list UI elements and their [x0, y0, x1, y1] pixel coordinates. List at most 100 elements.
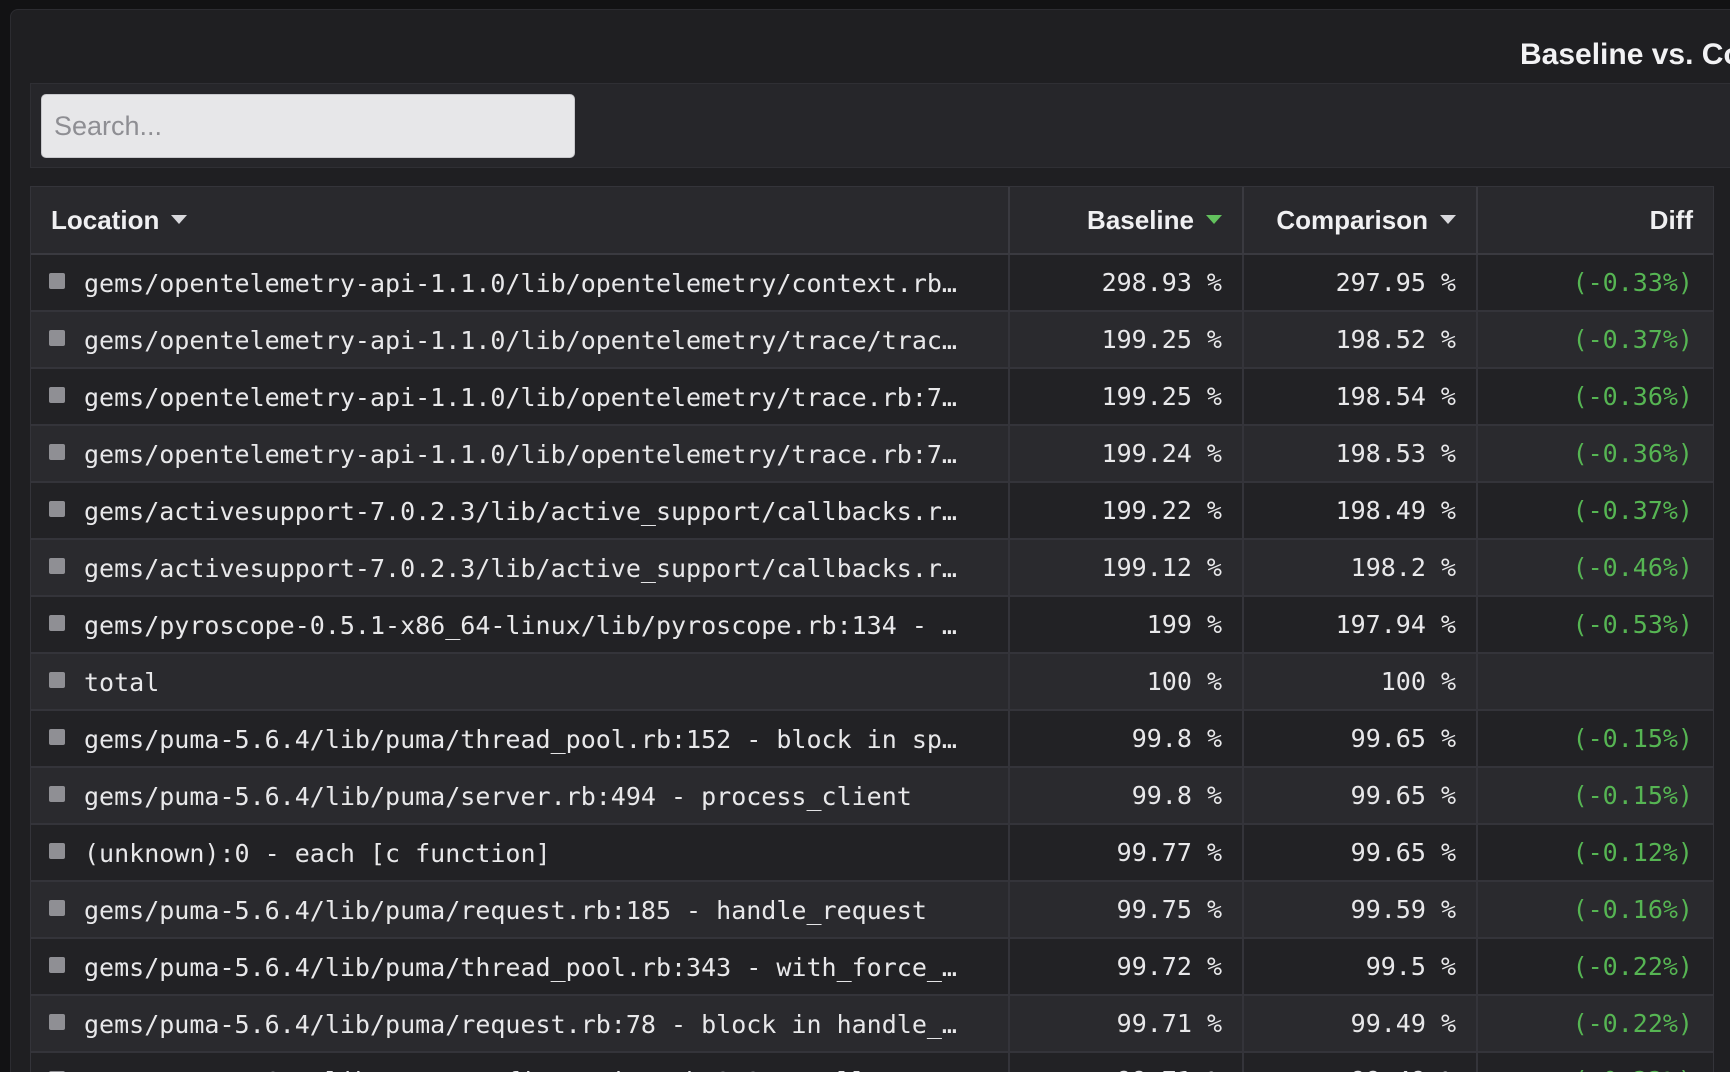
row-color-swatch-icon: [49, 786, 65, 803]
location-text: gems/puma-5.6.4/lib/puma/configuration.r…: [84, 1067, 867, 1072]
column-header-baseline[interactable]: Baseline: [1009, 187, 1244, 255]
table-row[interactable]: gems/puma-5.6.4/lib/puma/request.rb:78 -…: [31, 995, 1713, 1053]
column-header-label: Baseline: [1087, 204, 1194, 235]
diff-cell: (-0.36%): [1477, 368, 1713, 426]
baseline-cell: 199.12 %: [1009, 539, 1244, 597]
baseline-cell: 99.71 %: [1009, 1052, 1244, 1072]
baseline-cell: 199.22 %: [1009, 482, 1244, 540]
column-header-label: Diff: [1649, 204, 1693, 235]
sort-arrow-active-icon: [1206, 215, 1222, 225]
row-color-swatch-icon: [49, 387, 65, 404]
comparison-table: Location Baseline Comparison Diff gems/o…: [31, 187, 1713, 1072]
location-cell[interactable]: gems/opentelemetry-api-1.1.0/lib/opentel…: [31, 425, 1010, 483]
diff-cell: (-0.36%): [1477, 425, 1713, 483]
location-cell[interactable]: total: [31, 653, 1010, 711]
baseline-cell: 298.93 %: [1009, 254, 1244, 312]
location-cell[interactable]: gems/puma-5.6.4/lib/puma/server.rb:494 -…: [31, 767, 1010, 825]
table-header-row: Location Baseline Comparison Diff: [31, 187, 1713, 255]
search-input[interactable]: [41, 94, 575, 158]
baseline-cell: 199.25 %: [1009, 311, 1244, 369]
baseline-cell: 99.72 %: [1009, 938, 1244, 996]
table-row[interactable]: gems/puma-5.6.4/lib/puma/server.rb:494 -…: [31, 767, 1713, 825]
diff-cell: [1477, 653, 1713, 711]
table-row[interactable]: gems/activesupport-7.0.2.3/lib/active_su…: [31, 482, 1713, 540]
comparison-cell: 99.5 %: [1243, 938, 1478, 996]
column-header-comparison[interactable]: Comparison: [1243, 187, 1478, 255]
table-body: gems/opentelemetry-api-1.1.0/lib/opentel…: [31, 254, 1713, 1072]
row-color-swatch-icon: [49, 273, 65, 290]
comparison-cell: 99.49 %: [1243, 995, 1478, 1053]
baseline-cell: 199.24 %: [1009, 425, 1244, 483]
column-header-diff[interactable]: Diff: [1477, 187, 1713, 255]
comparison-cell: 99.59 %: [1243, 881, 1478, 939]
table-row[interactable]: gems/puma-5.6.4/lib/puma/request.rb:185 …: [31, 881, 1713, 939]
row-color-swatch-icon: [49, 615, 65, 632]
comparison-cell: 100 %: [1243, 653, 1478, 711]
column-header-location[interactable]: Location: [31, 187, 1010, 255]
baseline-cell: 100 %: [1009, 653, 1244, 711]
table-row[interactable]: (unknown):0 - each [c function] 99.77 % 99…: [31, 824, 1713, 882]
row-color-swatch-icon: [49, 843, 65, 860]
location-text: gems/activesupport-7.0.2.3/lib/active_su…: [84, 553, 957, 583]
table-row[interactable]: gems/puma-5.6.4/lib/puma/thread_pool.rb:…: [31, 938, 1713, 996]
column-header-label: Comparison: [1276, 204, 1428, 235]
row-color-swatch-icon: [49, 444, 65, 461]
location-cell[interactable]: gems/opentelemetry-api-1.1.0/lib/opentel…: [31, 311, 1010, 369]
row-color-swatch-icon: [49, 900, 65, 917]
location-cell[interactable]: gems/puma-5.6.4/lib/puma/thread_pool.rb:…: [31, 710, 1010, 768]
location-text: gems/activesupport-7.0.2.3/lib/active_su…: [84, 496, 957, 526]
location-text: gems/opentelemetry-api-1.1.0/lib/opentel…: [84, 325, 957, 355]
row-color-swatch-icon: [49, 558, 65, 575]
location-text: gems/puma-5.6.4/lib/puma/thread_pool.rb:…: [84, 952, 957, 982]
location-text: gems/opentelemetry-api-1.1.0/lib/opentel…: [84, 382, 957, 412]
diff-cell: (-0.37%): [1477, 482, 1713, 540]
location-cell[interactable]: gems/activesupport-7.0.2.3/lib/active_su…: [31, 539, 1010, 597]
diff-cell: (-0.15%): [1477, 767, 1713, 825]
diff-cell: (-0.22%): [1477, 995, 1713, 1053]
baseline-cell: 199 %: [1009, 596, 1244, 654]
location-cell[interactable]: gems/puma-5.6.4/lib/puma/thread_pool.rb:…: [31, 938, 1010, 996]
location-cell[interactable]: gems/puma-5.6.4/lib/puma/request.rb:78 -…: [31, 995, 1010, 1053]
location-text: gems/puma-5.6.4/lib/puma/request.rb:185 …: [84, 895, 927, 925]
row-color-swatch-icon: [49, 501, 65, 518]
diff-cell: (-0.53%): [1477, 596, 1713, 654]
table-row[interactable]: gems/opentelemetry-api-1.1.0/lib/opentel…: [31, 425, 1713, 483]
panel-title: Baseline vs. Co: [1520, 38, 1730, 71]
column-header-label: Location: [51, 204, 160, 235]
table-row[interactable]: gems/opentelemetry-api-1.1.0/lib/opentel…: [31, 368, 1713, 426]
table-row[interactable]: gems/opentelemetry-api-1.1.0/lib/opentel…: [31, 311, 1713, 369]
location-cell[interactable]: gems/opentelemetry-api-1.1.0/lib/opentel…: [31, 368, 1010, 426]
table-row[interactable]: gems/activesupport-7.0.2.3/lib/active_su…: [31, 539, 1713, 597]
location-text: gems/opentelemetry-api-1.1.0/lib/opentel…: [84, 439, 957, 469]
search-toolbar: [30, 83, 1730, 168]
location-text: gems/opentelemetry-api-1.1.0/lib/opentel…: [84, 268, 957, 298]
location-cell[interactable]: gems/opentelemetry-api-1.1.0/lib/opentel…: [31, 254, 1010, 312]
row-color-swatch-icon: [49, 672, 65, 689]
diff-cell: (-0.33%): [1477, 254, 1713, 312]
location-cell[interactable]: gems/puma-5.6.4/lib/puma/request.rb:185 …: [31, 881, 1010, 939]
table-row[interactable]: gems/pyroscope-0.5.1-x86_64-linux/lib/py…: [31, 596, 1713, 654]
baseline-cell: 99.77 %: [1009, 824, 1244, 882]
location-cell[interactable]: (unknown):0 - each [c function]: [31, 824, 1010, 882]
baseline-cell: 99.75 %: [1009, 881, 1244, 939]
diff-cell: (-0.15%): [1477, 710, 1713, 768]
table-row[interactable]: gems/puma-5.6.4/lib/puma/configuration.r…: [31, 1052, 1713, 1072]
diff-cell: (-0.22%): [1477, 1052, 1713, 1072]
table-row[interactable]: gems/puma-5.6.4/lib/puma/thread_pool.rb:…: [31, 710, 1713, 768]
diff-cell: (-0.37%): [1477, 311, 1713, 369]
table-row[interactable]: gems/opentelemetry-api-1.1.0/lib/opentel…: [31, 254, 1713, 312]
table-row[interactable]: total 100 % 100 %: [31, 653, 1713, 711]
location-cell[interactable]: gems/activesupport-7.0.2.3/lib/active_su…: [31, 482, 1010, 540]
comparison-cell: 198.2 %: [1243, 539, 1478, 597]
location-cell[interactable]: gems/pyroscope-0.5.1-x86_64-linux/lib/py…: [31, 596, 1010, 654]
comparison-cell: 297.95 %: [1243, 254, 1478, 312]
location-cell[interactable]: gems/puma-5.6.4/lib/puma/configuration.r…: [31, 1052, 1010, 1072]
diff-cell: (-0.22%): [1477, 938, 1713, 996]
location-text: (unknown):0 - each [c function]: [84, 838, 551, 868]
baseline-cell: 199.25 %: [1009, 368, 1244, 426]
comparison-cell: 197.94 %: [1243, 596, 1478, 654]
row-color-swatch-icon: [49, 1014, 65, 1031]
baseline-cell: 99.71 %: [1009, 995, 1244, 1053]
comparison-cell: 99.65 %: [1243, 824, 1478, 882]
comparison-table-container[interactable]: Location Baseline Comparison Diff gems/o…: [30, 186, 1714, 1072]
